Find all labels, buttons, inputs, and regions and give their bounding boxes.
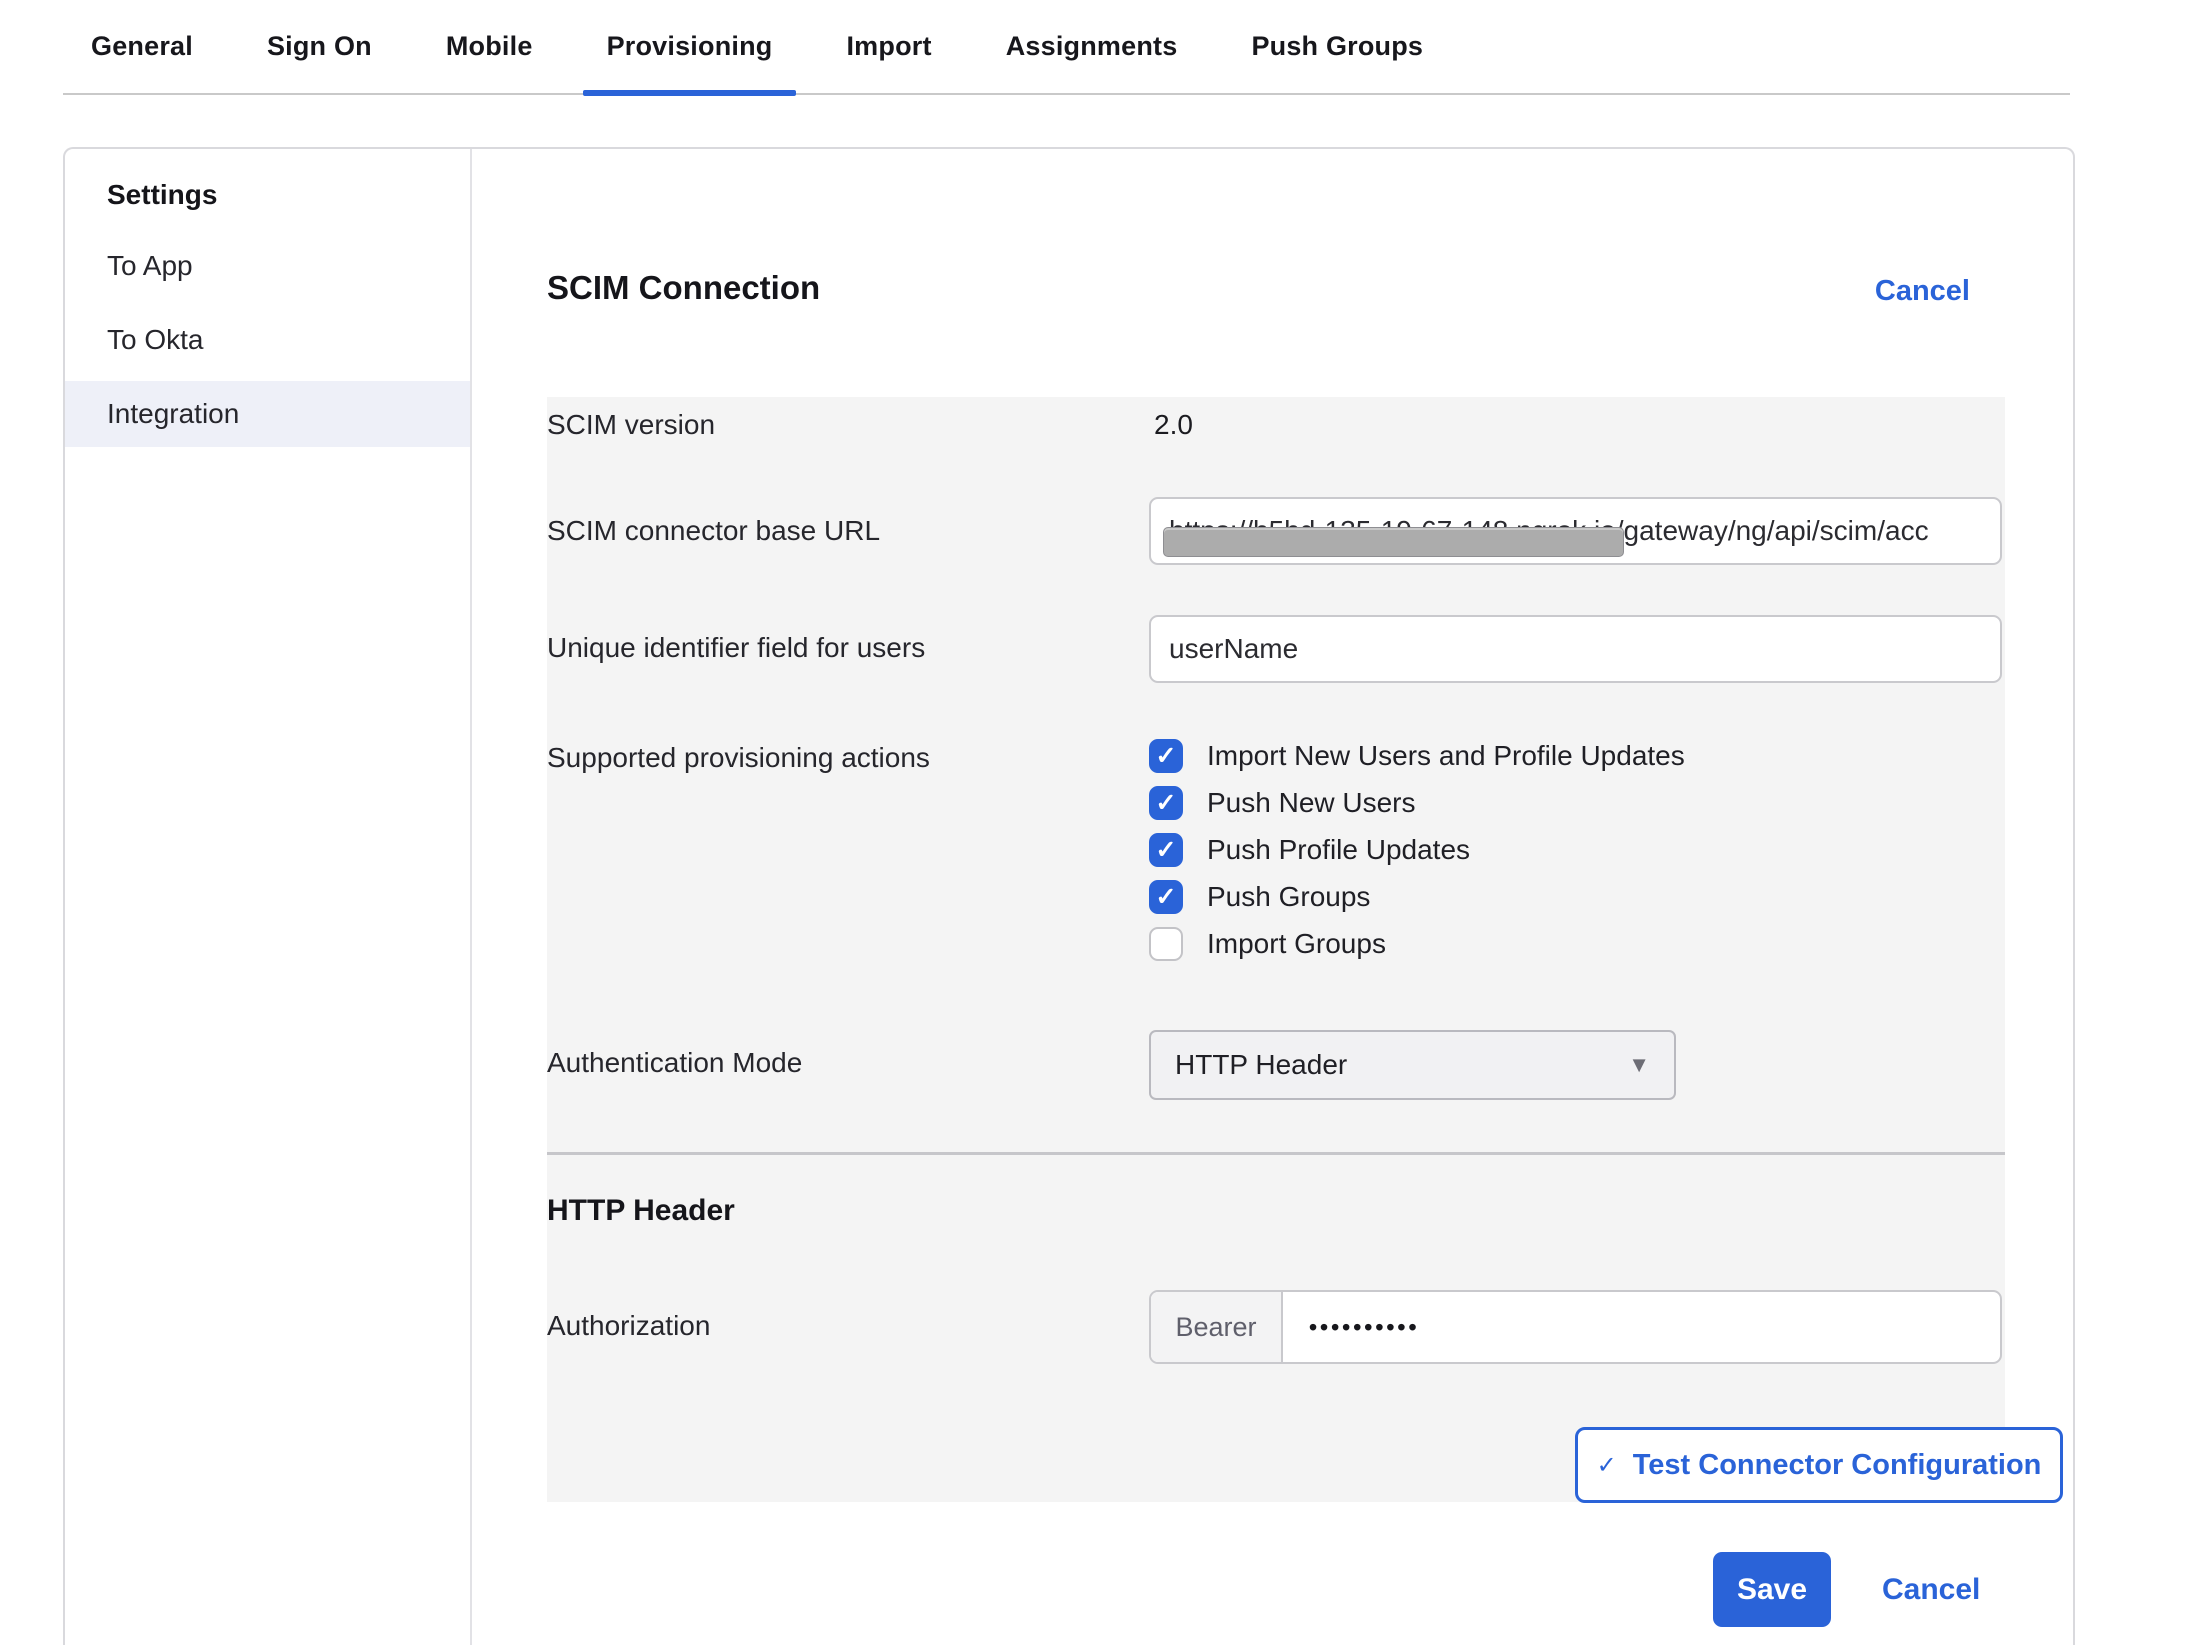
checkbox-push-groups[interactable]: ✓ bbox=[1149, 880, 1183, 914]
scim-version-value: 2.0 bbox=[1154, 409, 1193, 441]
check-icon: ✓ bbox=[1156, 744, 1177, 769]
auth-mode-label: Authentication Mode bbox=[547, 1047, 802, 1079]
cancel-link-top[interactable]: Cancel bbox=[1875, 275, 1970, 308]
test-connector-configuration-button[interactable]: ✓ Test Connector Configuration bbox=[1575, 1427, 2063, 1503]
tab-assignments[interactable]: Assignments bbox=[982, 0, 1202, 94]
base-url-label: SCIM connector base URL bbox=[547, 515, 880, 547]
settings-sidebar: Settings To App To Okta Integration bbox=[65, 149, 472, 1645]
http-header-heading: HTTP Header bbox=[547, 1194, 735, 1228]
tab-sign-on[interactable]: Sign On bbox=[243, 0, 396, 94]
check-icon: ✓ bbox=[1156, 838, 1177, 863]
provisioning-actions-list: ✓ Import New Users and Profile Updates ✓… bbox=[1149, 739, 1685, 961]
checkbox-push-new-users[interactable]: ✓ bbox=[1149, 786, 1183, 820]
app-tab-bar: General Sign On Mobile Provisioning Impo… bbox=[63, 0, 2070, 95]
option-push-profile-updates[interactable]: ✓ Push Profile Updates bbox=[1149, 833, 1685, 867]
check-icon: ✓ bbox=[1156, 885, 1177, 910]
base-url-input[interactable]: https://h5hd-135-19-67-148.ngrok.io /gat… bbox=[1149, 497, 2002, 565]
authorization-input-group: Bearer •••••••••• bbox=[1149, 1290, 2002, 1364]
bearer-prefix: Bearer bbox=[1151, 1292, 1283, 1362]
authorization-token-input[interactable]: •••••••••• bbox=[1283, 1292, 2000, 1362]
checkbox-import-groups[interactable]: ✓ bbox=[1149, 927, 1183, 961]
sidebar-item-to-okta[interactable]: To Okta bbox=[65, 307, 470, 373]
option-import-groups[interactable]: ✓ Import Groups bbox=[1149, 927, 1685, 961]
save-button[interactable]: Save bbox=[1713, 1552, 1831, 1627]
check-icon: ✓ bbox=[1597, 1451, 1617, 1480]
checkbox-push-profile-updates[interactable]: ✓ bbox=[1149, 833, 1183, 867]
authorization-label: Authorization bbox=[547, 1310, 710, 1342]
scim-connection-form: SCIM version 2.0 SCIM connector base URL… bbox=[547, 397, 2005, 1502]
option-import-new-users[interactable]: ✓ Import New Users and Profile Updates bbox=[1149, 739, 1685, 773]
sidebar-item-to-app[interactable]: To App bbox=[65, 233, 470, 299]
tab-import[interactable]: Import bbox=[822, 0, 955, 94]
sidebar-heading: Settings bbox=[65, 165, 470, 225]
redaction-bar bbox=[1163, 527, 1624, 557]
tab-mobile[interactable]: Mobile bbox=[422, 0, 557, 94]
redacted-url-segment: https://h5hd-135-19-67-148.ngrok.io bbox=[1169, 515, 1616, 547]
tab-provisioning[interactable]: Provisioning bbox=[583, 0, 797, 94]
tab-general[interactable]: General bbox=[67, 0, 217, 94]
url-visible-suffix: /gateway/ng/api/scim/acc bbox=[1616, 515, 1929, 547]
option-push-groups[interactable]: ✓ Push Groups bbox=[1149, 880, 1685, 914]
form-footer: Save Cancel bbox=[65, 1552, 2077, 1632]
option-push-new-users[interactable]: ✓ Push New Users bbox=[1149, 786, 1685, 820]
chevron-down-icon: ▼ bbox=[1628, 1052, 1650, 1078]
scim-version-label: SCIM version bbox=[547, 409, 715, 441]
unique-identifier-label: Unique identifier field for users bbox=[547, 632, 925, 664]
check-icon: ✓ bbox=[1156, 791, 1177, 816]
section-divider bbox=[547, 1152, 2005, 1155]
cancel-link-bottom[interactable]: Cancel bbox=[1882, 1552, 1980, 1627]
provisioning-panel: Settings To App To Okta Integration SCIM… bbox=[63, 147, 2075, 1645]
sidebar-item-integration[interactable]: Integration bbox=[65, 381, 470, 447]
provisioning-actions-label: Supported provisioning actions bbox=[547, 742, 930, 774]
checkbox-import-new-users[interactable]: ✓ bbox=[1149, 739, 1183, 773]
auth-mode-select[interactable]: HTTP Header ▼ bbox=[1149, 1030, 1676, 1100]
tab-push-groups[interactable]: Push Groups bbox=[1227, 0, 1447, 94]
page-title: SCIM Connection bbox=[547, 269, 820, 307]
unique-identifier-input[interactable]: userName bbox=[1149, 615, 2002, 683]
